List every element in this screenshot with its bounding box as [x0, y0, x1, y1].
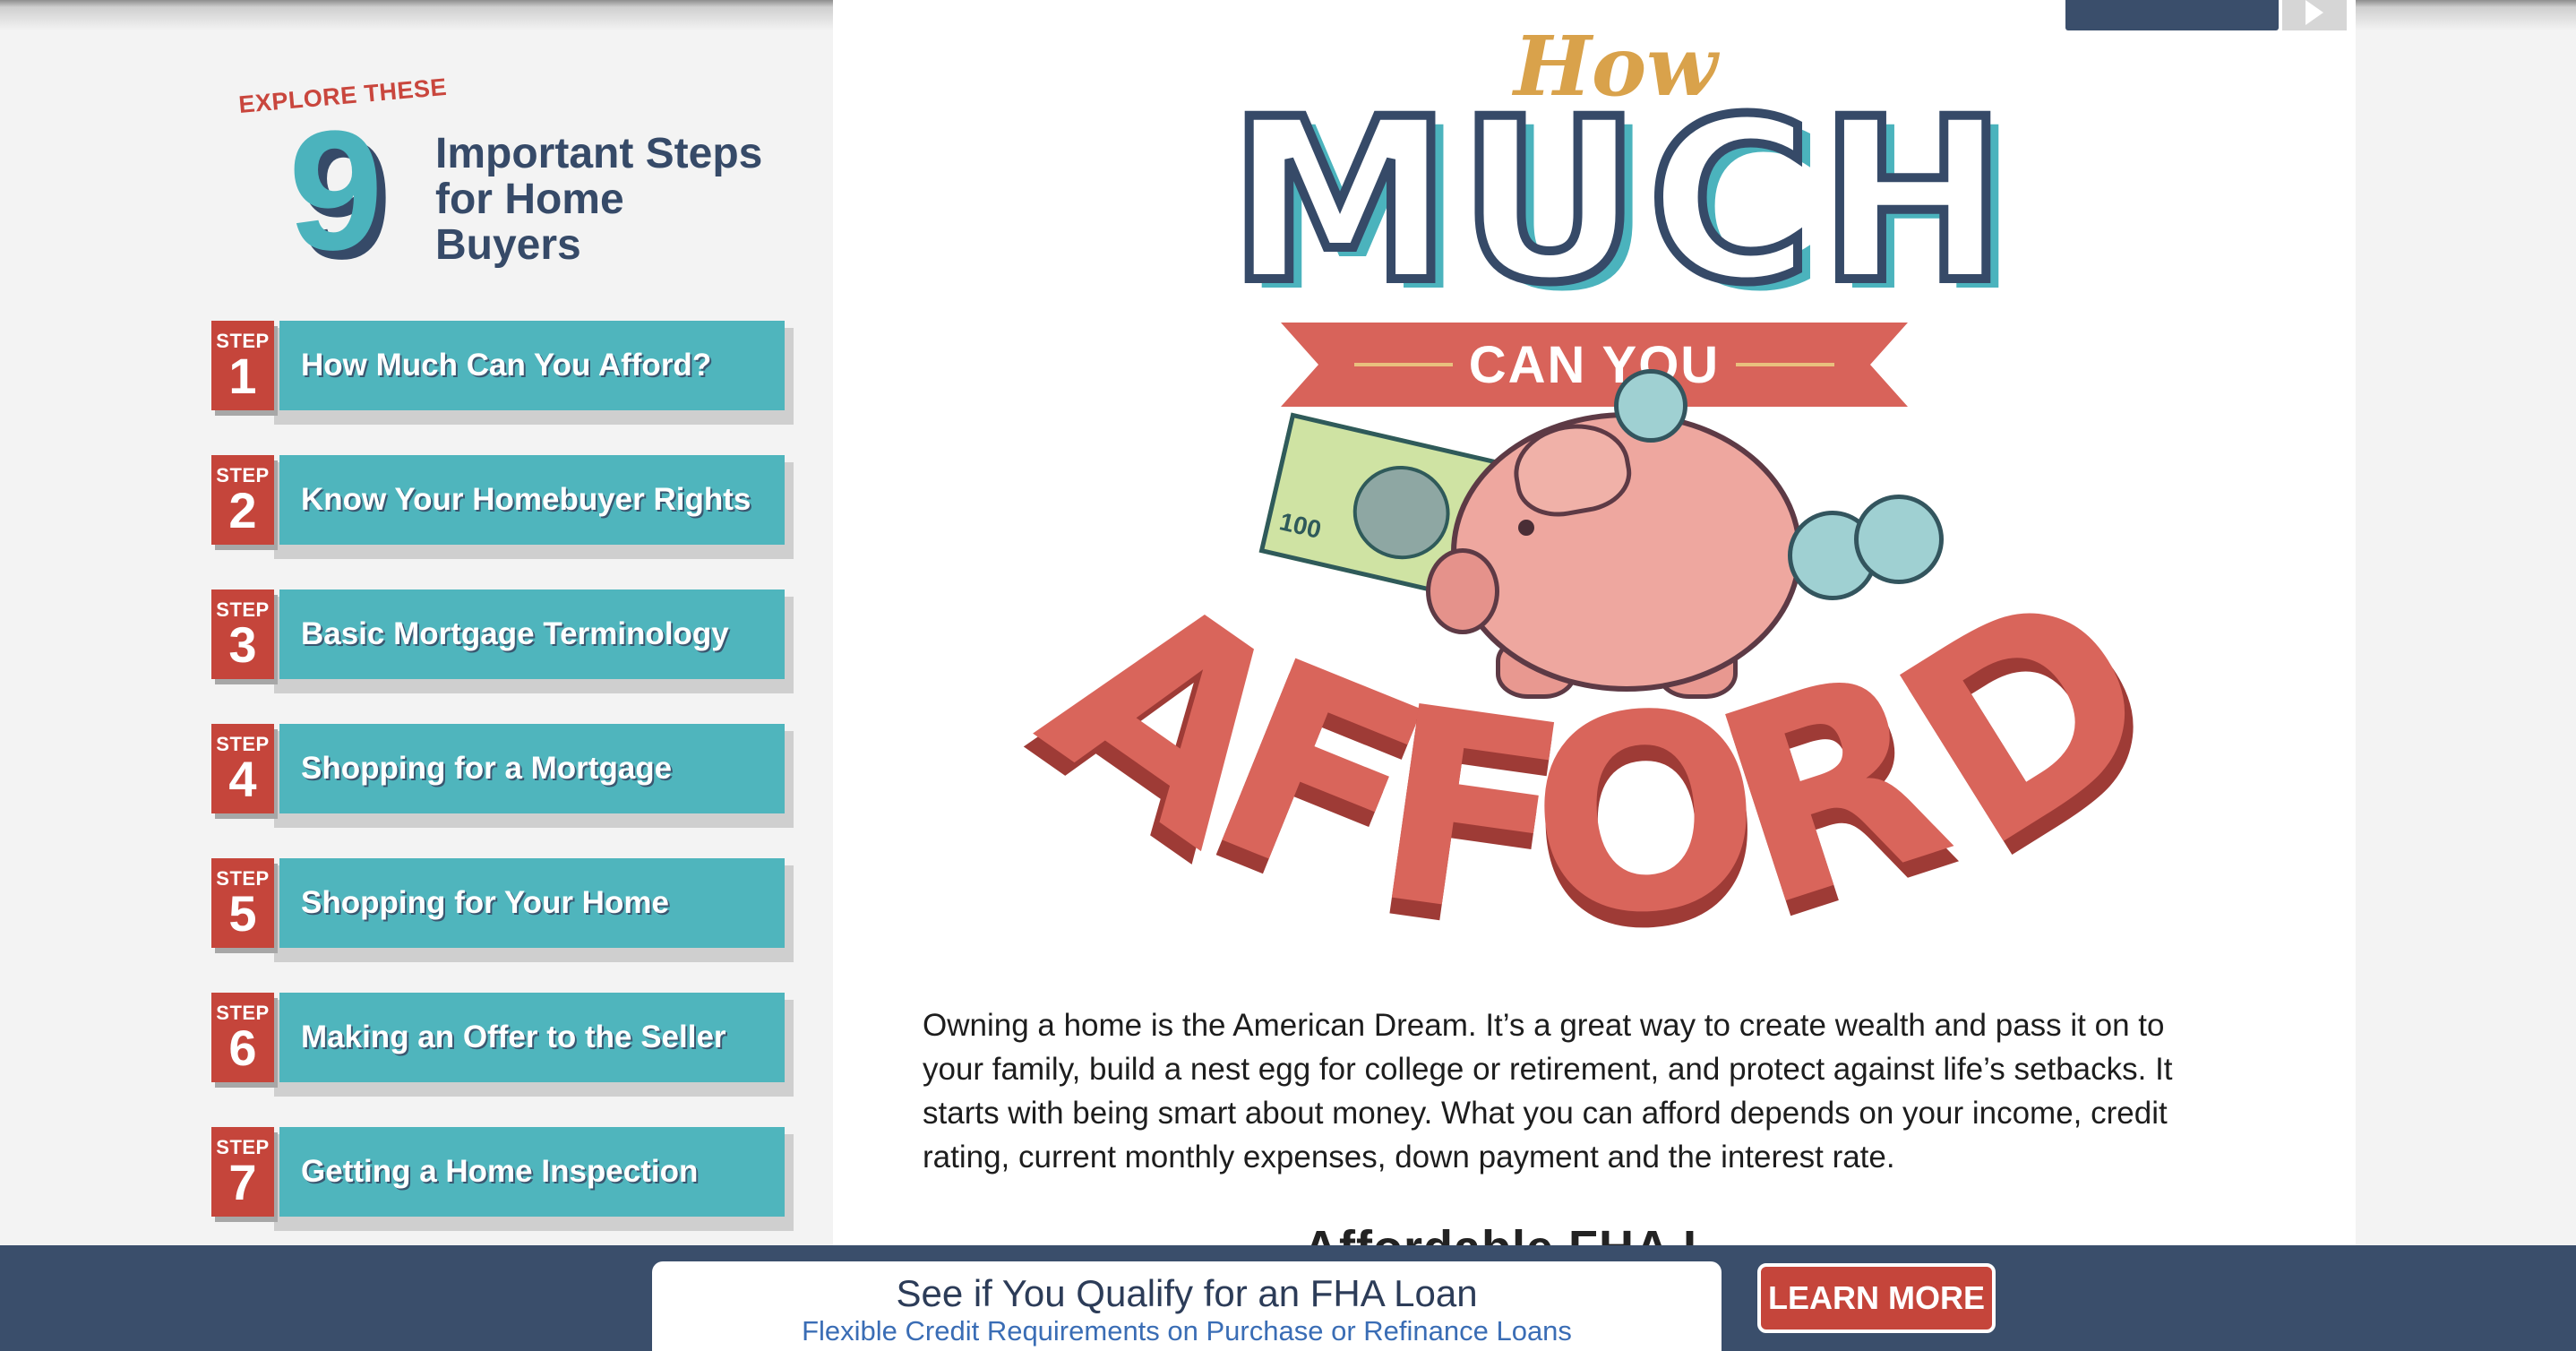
learn-more-button[interactable]: LEARN MORE: [1757, 1263, 1996, 1333]
bill-portrait: [1344, 456, 1459, 569]
big-nine-number: 9: [288, 96, 383, 286]
intro-paragraph: Owning a home is the American Dream. It’…: [923, 1008, 2173, 1175]
step-number: 3: [228, 616, 257, 673]
ad-panel[interactable]: See if You Qualify for an FHA Loan Flexi…: [652, 1261, 1722, 1351]
coin-icon: [1614, 369, 1687, 443]
chevron-right-icon[interactable]: [2282, 0, 2347, 30]
step-number: 5: [228, 885, 257, 942]
step-link[interactable]: Shopping for a Mortgage: [279, 724, 785, 813]
coin-icon: [1854, 495, 1944, 584]
step-number: 1: [228, 348, 257, 404]
step-badge: STEP 5: [211, 858, 274, 948]
step-badge: STEP 6: [211, 993, 274, 1082]
hero-ribbon: CAN YOU: [1281, 323, 1908, 407]
step-label[interactable]: Shopping for Your Home: [301, 885, 669, 921]
pig-eye: [1518, 520, 1534, 536]
hero-much-text: MUCH: [1224, 71, 2014, 331]
step-item-1[interactable]: STEP 1 How Much Can You Afford?: [211, 321, 794, 455]
ribbon-line: [1353, 363, 1453, 366]
step-label[interactable]: Know Your Homebuyer Rights: [301, 482, 751, 518]
step-number: 6: [228, 1020, 257, 1076]
step-link[interactable]: Know Your Homebuyer Rights: [279, 455, 785, 545]
step-link[interactable]: Making an Offer to the Seller: [279, 993, 785, 1082]
step-badge: STEP 2: [211, 455, 274, 545]
step-link[interactable]: How Much Can You Afford?: [279, 321, 785, 410]
ad-subtitle[interactable]: Flexible Credit Requirements on Purchase…: [652, 1315, 1722, 1347]
step-item-3[interactable]: STEP 3 Basic Mortgage Terminology: [211, 589, 794, 724]
ad-title[interactable]: See if You Qualify for an FHA Loan: [652, 1272, 1722, 1315]
bill-value: 100: [1276, 507, 1325, 544]
step-item-4[interactable]: STEP 4 Shopping for a Mortgage: [211, 724, 794, 858]
step-number: 2: [228, 482, 257, 538]
step-badge: STEP 3: [211, 589, 274, 679]
step-label[interactable]: Basic Mortgage Terminology: [301, 616, 729, 652]
hero-illustration: How MUCH CAN YOU 100 A F F O R D: [995, 18, 2205, 983]
hero-can-you-text: CAN YOU: [1468, 335, 1721, 394]
step-label[interactable]: Getting a Home Inspection: [301, 1154, 698, 1190]
step-label[interactable]: How Much Can You Afford?: [301, 348, 711, 383]
ribbon-line: [1736, 363, 1835, 366]
step-item-6[interactable]: STEP 6 Making an Offer to the Seller: [211, 993, 794, 1127]
step-badge: STEP 1: [211, 321, 274, 410]
hero-afford-text: A F F O R D: [995, 525, 2205, 983]
step-item-7[interactable]: STEP 7 Getting a Home Inspection: [211, 1127, 794, 1261]
step-label[interactable]: Shopping for a Mortgage: [301, 751, 672, 787]
step-label[interactable]: Making an Offer to the Seller: [301, 1020, 726, 1055]
step-badge: STEP 4: [211, 724, 274, 813]
step-item-5[interactable]: STEP 5 Shopping for Your Home: [211, 858, 794, 993]
step-number: 4: [228, 751, 257, 807]
step-number: 7: [228, 1154, 257, 1210]
step-badge: STEP 7: [211, 1127, 274, 1217]
sidebar-title: Important Steps for Home Buyers: [435, 130, 763, 269]
steps-list: STEP 1 How Much Can You Afford? STEP 2 K…: [211, 321, 794, 1261]
step-link[interactable]: Getting a Home Inspection: [279, 1127, 785, 1217]
step-link[interactable]: Basic Mortgage Terminology: [279, 589, 785, 679]
step-link[interactable]: Shopping for Your Home: [279, 858, 785, 948]
step-item-2[interactable]: STEP 2 Know Your Homebuyer Rights: [211, 455, 794, 589]
